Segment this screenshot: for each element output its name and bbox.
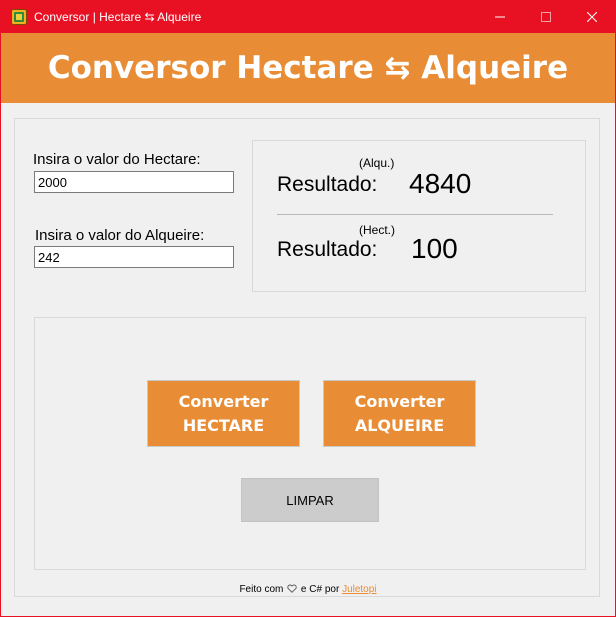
- hectare-input-label: Insira o valor do Hectare:: [33, 151, 201, 168]
- footer-prefix: Feito com: [239, 584, 284, 595]
- hectare-result-value: 100: [411, 233, 458, 264]
- hectare-result-label: Resultado:: [277, 238, 378, 261]
- footer: Feito com e C# por Juletopi: [1, 584, 615, 595]
- hectare-input[interactable]: [34, 171, 234, 193]
- convert-hectare-button[interactable]: Converter HECTARE: [147, 380, 300, 447]
- minimize-icon[interactable]: [477, 1, 523, 33]
- header-banner: Conversor Hectare ⇆ Alqueire: [1, 33, 615, 103]
- app-window: Conversor | Hectare ⇆ Alqueire Conversor…: [0, 0, 616, 617]
- app-icon: [11, 9, 27, 25]
- alqueire-input-label: Insira o valor do Alqueire:: [35, 227, 205, 244]
- convert-hectare-line1: Converter: [178, 391, 269, 411]
- alqueire-unit-label: (Alqu.): [359, 156, 395, 170]
- buttons-panel: [34, 317, 586, 570]
- title-bar[interactable]: Conversor | Hectare ⇆ Alqueire: [1, 1, 615, 33]
- results-box: [252, 140, 586, 292]
- window-title: Conversor | Hectare ⇆ Alqueire: [34, 10, 202, 24]
- clear-button[interactable]: LIMPAR: [241, 478, 379, 522]
- close-icon[interactable]: [569, 1, 615, 33]
- page-title: Conversor Hectare ⇆ Alqueire: [47, 50, 569, 86]
- footer-middle: e C# por: [300, 584, 340, 595]
- convert-hectare-line2: HECTARE: [182, 415, 265, 435]
- maximize-icon[interactable]: [523, 1, 569, 33]
- heart-icon: [287, 584, 297, 593]
- alqueire-input[interactable]: [34, 246, 234, 268]
- convert-alqueire-line1: Converter: [354, 391, 445, 411]
- author-link[interactable]: Juletopi: [342, 584, 376, 595]
- convert-alqueire-line2: ALQUEIRE: [354, 415, 445, 435]
- alqueire-result-label: Resultado:: [277, 173, 378, 196]
- convert-alqueire-button[interactable]: Converter ALQUEIRE: [323, 380, 476, 447]
- alqueire-result-value: 4840: [409, 168, 472, 199]
- results-divider: [277, 214, 553, 215]
- hectare-unit-label: (Hect.): [359, 223, 395, 237]
